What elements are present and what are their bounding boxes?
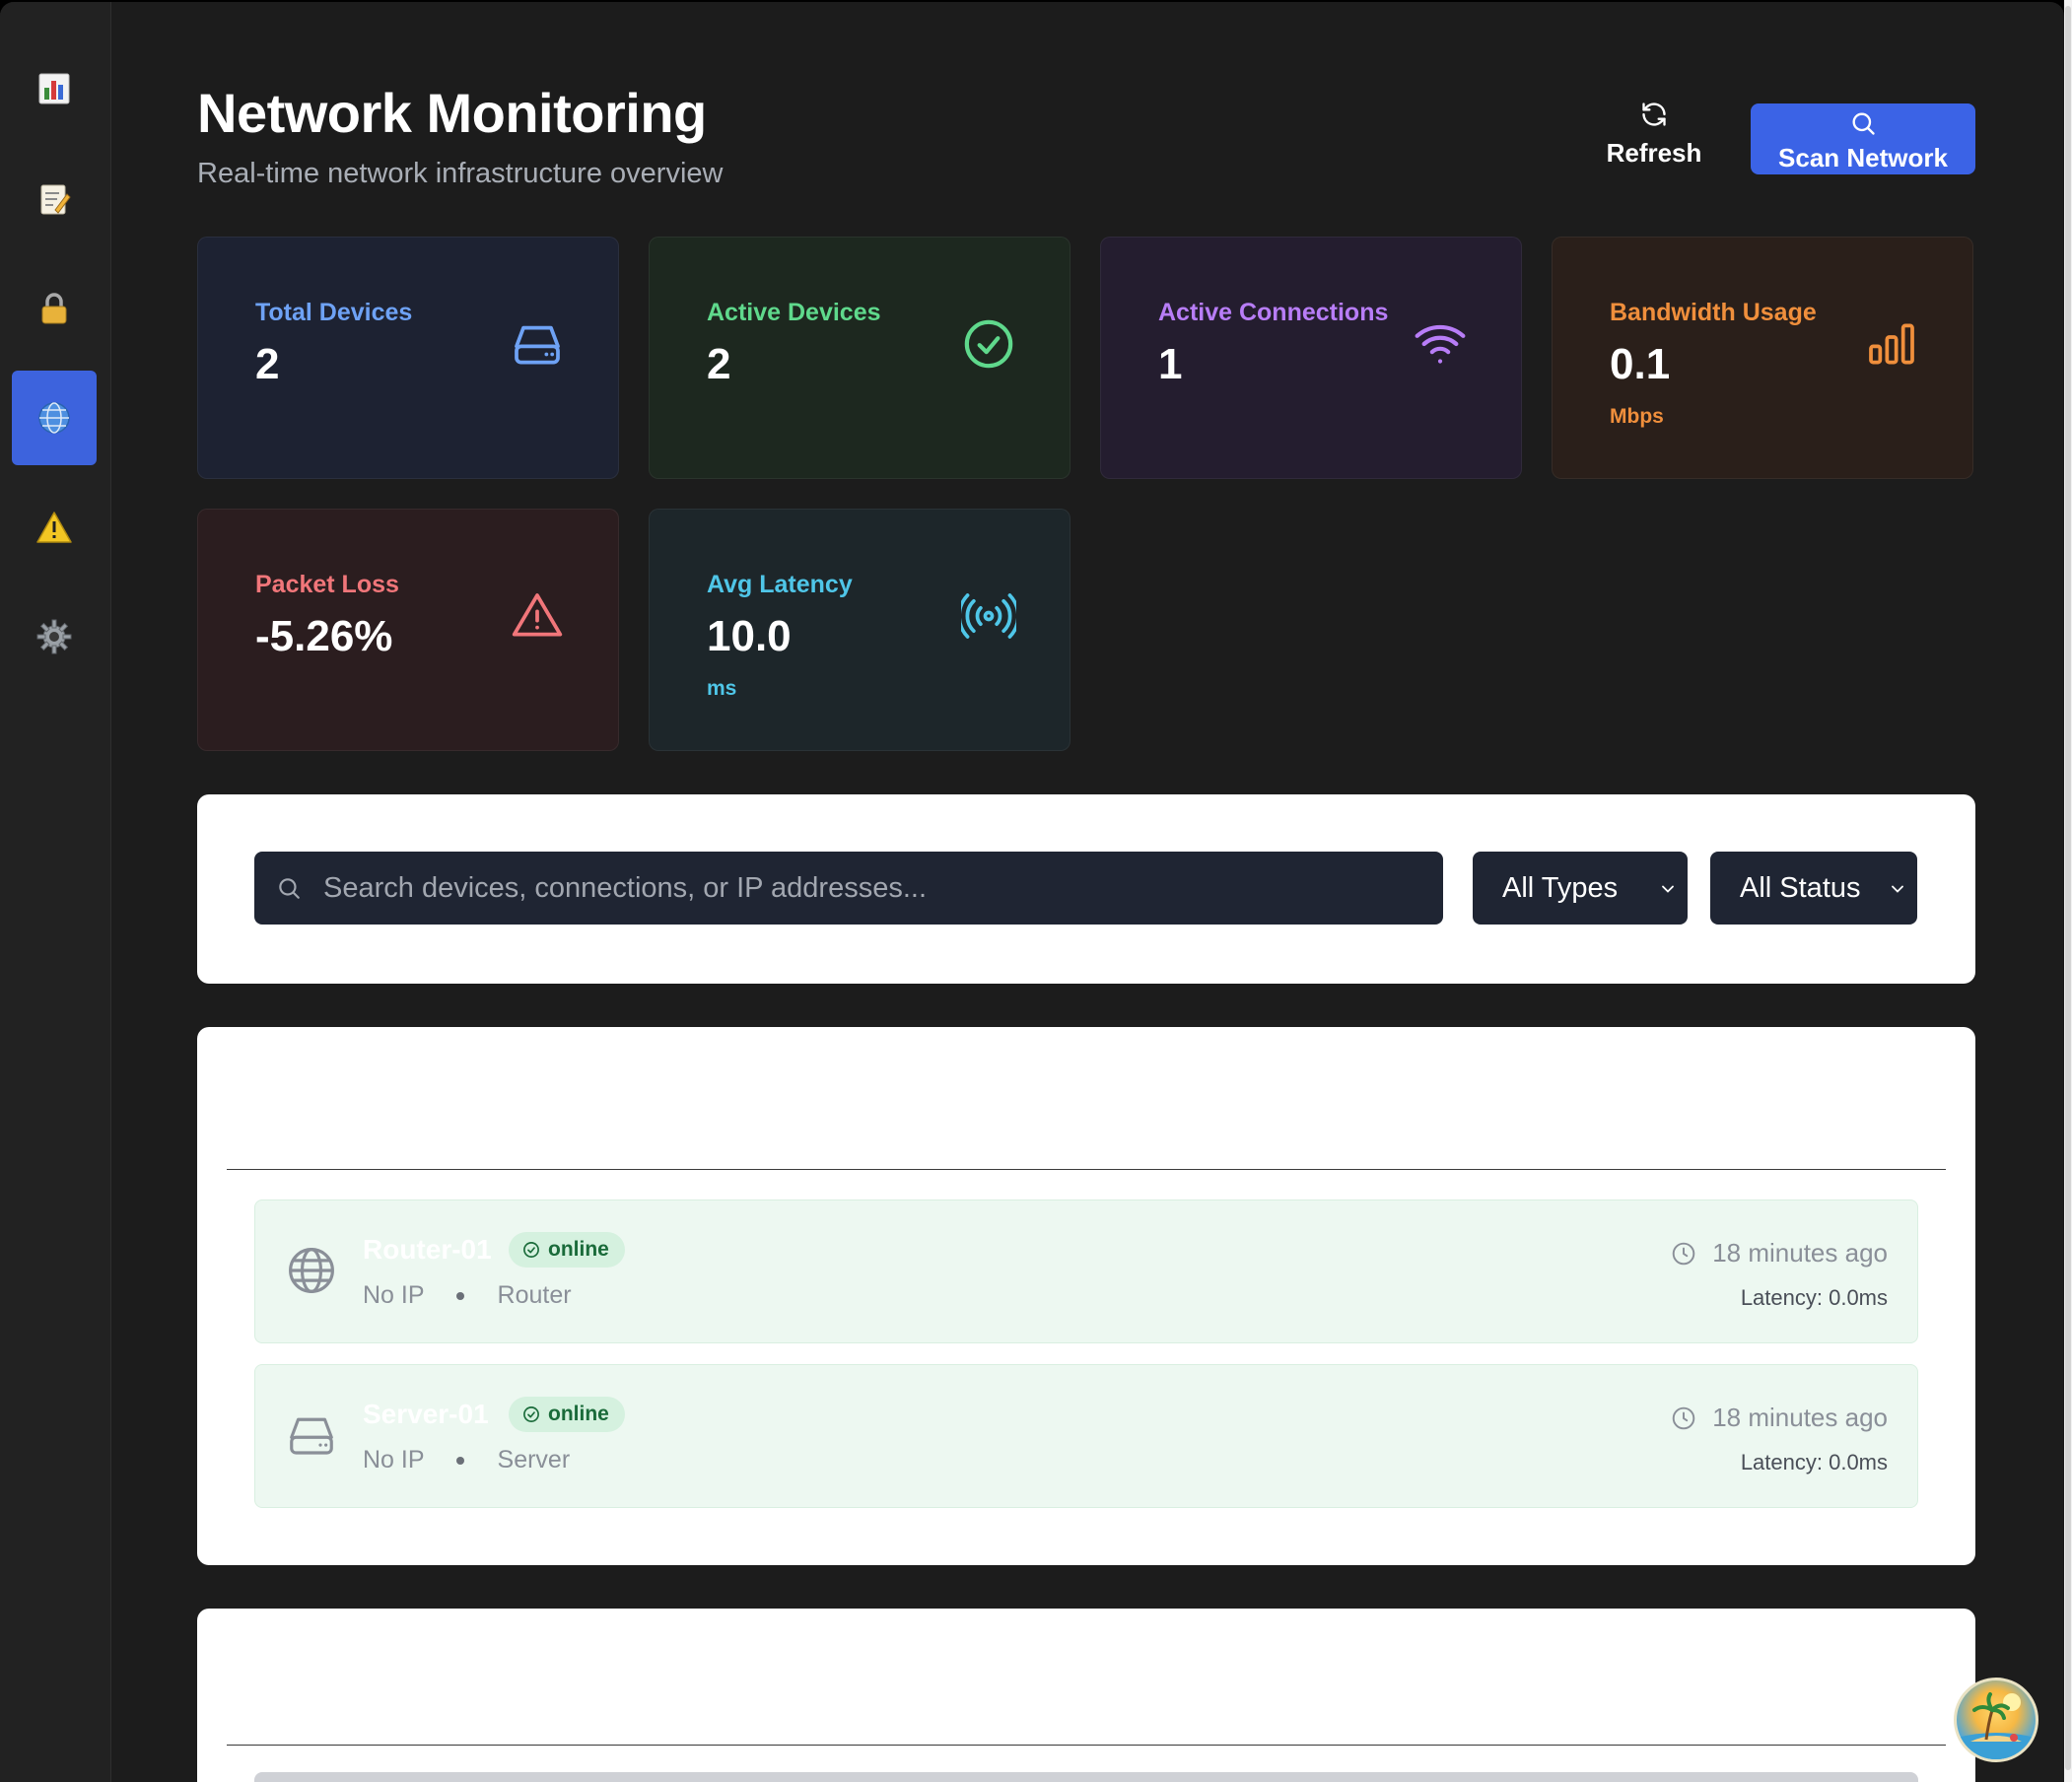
sidebar-item-alerts[interactable]	[12, 480, 97, 575]
device-meta: No IP Router	[363, 1281, 572, 1310]
server-icon	[515, 325, 560, 365]
scan-network-label: Scan Network	[1778, 143, 1948, 172]
device-row[interactable]: Router-01 online No IP Router 18 minutes…	[254, 1199, 1918, 1343]
status-badge: online	[509, 1232, 625, 1268]
stat-unit: ms	[707, 677, 737, 700]
stat-label: Packet Loss	[255, 571, 399, 598]
sidebar-item-settings[interactable]	[12, 589, 97, 684]
device-type: Router	[497, 1281, 572, 1309]
app-window: Network Monitoring Real-time network inf…	[0, 2, 2064, 1782]
radio-waves-icon	[961, 593, 1016, 639]
stat-unit: Mbps	[1610, 405, 1664, 428]
check-circle-icon	[523, 1242, 539, 1258]
device-name: Router-01	[363, 1234, 492, 1265]
connections-panel	[197, 1609, 1975, 1782]
refresh-button[interactable]: Refresh	[1593, 101, 1715, 177]
alert-triangle-icon	[512, 593, 563, 637]
status-text: online	[548, 1238, 609, 1261]
status-filter-select[interactable]: All Status	[1710, 852, 1917, 925]
chevron-down-icon	[1892, 885, 1903, 893]
stat-card-active-devices: Active Devices 2	[649, 237, 1071, 479]
connection-row[interactable]	[254, 1772, 1918, 1782]
stat-label: Total Devices	[255, 299, 413, 326]
stat-value: 2	[255, 340, 280, 388]
device-latency: Latency: 0.0ms	[1740, 1450, 1888, 1474]
sidebar-item-security[interactable]	[12, 261, 97, 356]
devices-panel: Router-01 online No IP Router 18 minutes…	[197, 1027, 1975, 1565]
stat-label: Avg Latency	[707, 571, 853, 598]
chevron-down-icon	[1662, 885, 1674, 893]
search-icon	[279, 878, 300, 899]
device-name: Server-01	[363, 1399, 489, 1429]
stat-label: Active Connections	[1158, 299, 1389, 326]
signal-bars-icon	[1869, 323, 1914, 365]
device-row[interactable]: Server-01 online No IP Server 18 minutes…	[254, 1364, 1918, 1508]
sidebar-item-dashboard[interactable]	[12, 41, 97, 136]
status-text: online	[548, 1403, 609, 1425]
device-type: Server	[497, 1446, 571, 1474]
check-circle-icon	[964, 319, 1013, 369]
section-divider	[227, 1745, 1946, 1746]
check-circle-icon	[523, 1406, 539, 1422]
search-icon	[1852, 112, 1875, 135]
sidebar-item-logs[interactable]	[12, 152, 97, 246]
stat-label: Bandwidth Usage	[1610, 299, 1817, 326]
sidebar-item-network[interactable]	[12, 371, 97, 465]
type-filter-select[interactable]: All Types	[1473, 852, 1688, 925]
search-input[interactable]	[323, 852, 1427, 925]
assistant-avatar-button[interactable]	[1954, 1678, 2038, 1762]
device-ip: No IP	[363, 1281, 425, 1309]
separator-dot	[455, 1291, 464, 1300]
last-seen-text: 18 minutes ago	[1712, 1238, 1888, 1268]
gear-icon	[36, 619, 72, 654]
globe-icon	[38, 402, 70, 434]
search-box	[254, 852, 1443, 925]
status-filter-value: All Status	[1740, 871, 1861, 904]
stat-value: 2	[707, 340, 731, 388]
stat-label: Active Devices	[707, 299, 881, 326]
lock-icon	[41, 293, 67, 324]
scrollbar-thumb[interactable]	[2065, 6, 2071, 1770]
server-icon	[290, 1417, 333, 1455]
section-divider	[227, 1169, 1946, 1170]
type-filter-value: All Types	[1502, 871, 1619, 904]
bar-chart-icon	[38, 73, 70, 104]
last-seen: 18 minutes ago	[1671, 1238, 1888, 1268]
scrollbar[interactable]	[2064, 0, 2072, 1782]
stat-value: 1	[1158, 340, 1183, 388]
filter-panel: All Types All Status	[197, 794, 1975, 984]
scan-network-button[interactable]: Scan Network	[1751, 103, 1975, 174]
warning-icon	[36, 512, 72, 543]
refresh-icon	[1642, 103, 1666, 126]
device-latency: Latency: 0.0ms	[1740, 1285, 1888, 1310]
device-ip: No IP	[363, 1446, 425, 1474]
clock-icon	[1672, 1406, 1695, 1429]
sidebar	[0, 2, 111, 1782]
stat-value: 0.1	[1610, 340, 1671, 388]
globe-icon	[289, 1248, 334, 1293]
stat-card-active-connections: Active Connections 1	[1100, 237, 1522, 479]
last-seen-text: 18 minutes ago	[1712, 1403, 1888, 1432]
page-title: Network Monitoring	[197, 82, 707, 144]
wifi-icon	[1415, 324, 1466, 364]
device-meta: No IP Server	[363, 1446, 570, 1474]
stat-card-packet-loss: Packet Loss -5.26%	[197, 509, 619, 751]
memo-icon	[40, 184, 71, 215]
separator-dot	[455, 1456, 464, 1465]
stat-card-avg-latency: Avg Latency 10.0 ms	[649, 509, 1071, 751]
palm-island-icon	[1957, 1692, 2036, 1759]
page-subtitle: Real-time network infrastructure overvie…	[197, 158, 724, 189]
clock-icon	[1672, 1242, 1695, 1265]
refresh-label: Refresh	[1606, 138, 1702, 168]
status-badge: online	[509, 1397, 625, 1432]
stat-value: -5.26%	[255, 612, 393, 660]
stat-card-bandwidth-usage: Bandwidth Usage 0.1 Mbps	[1552, 237, 1973, 479]
stat-card-total-devices: Total Devices 2	[197, 237, 619, 479]
stat-value: 10.0	[707, 612, 792, 660]
last-seen: 18 minutes ago	[1671, 1403, 1888, 1433]
